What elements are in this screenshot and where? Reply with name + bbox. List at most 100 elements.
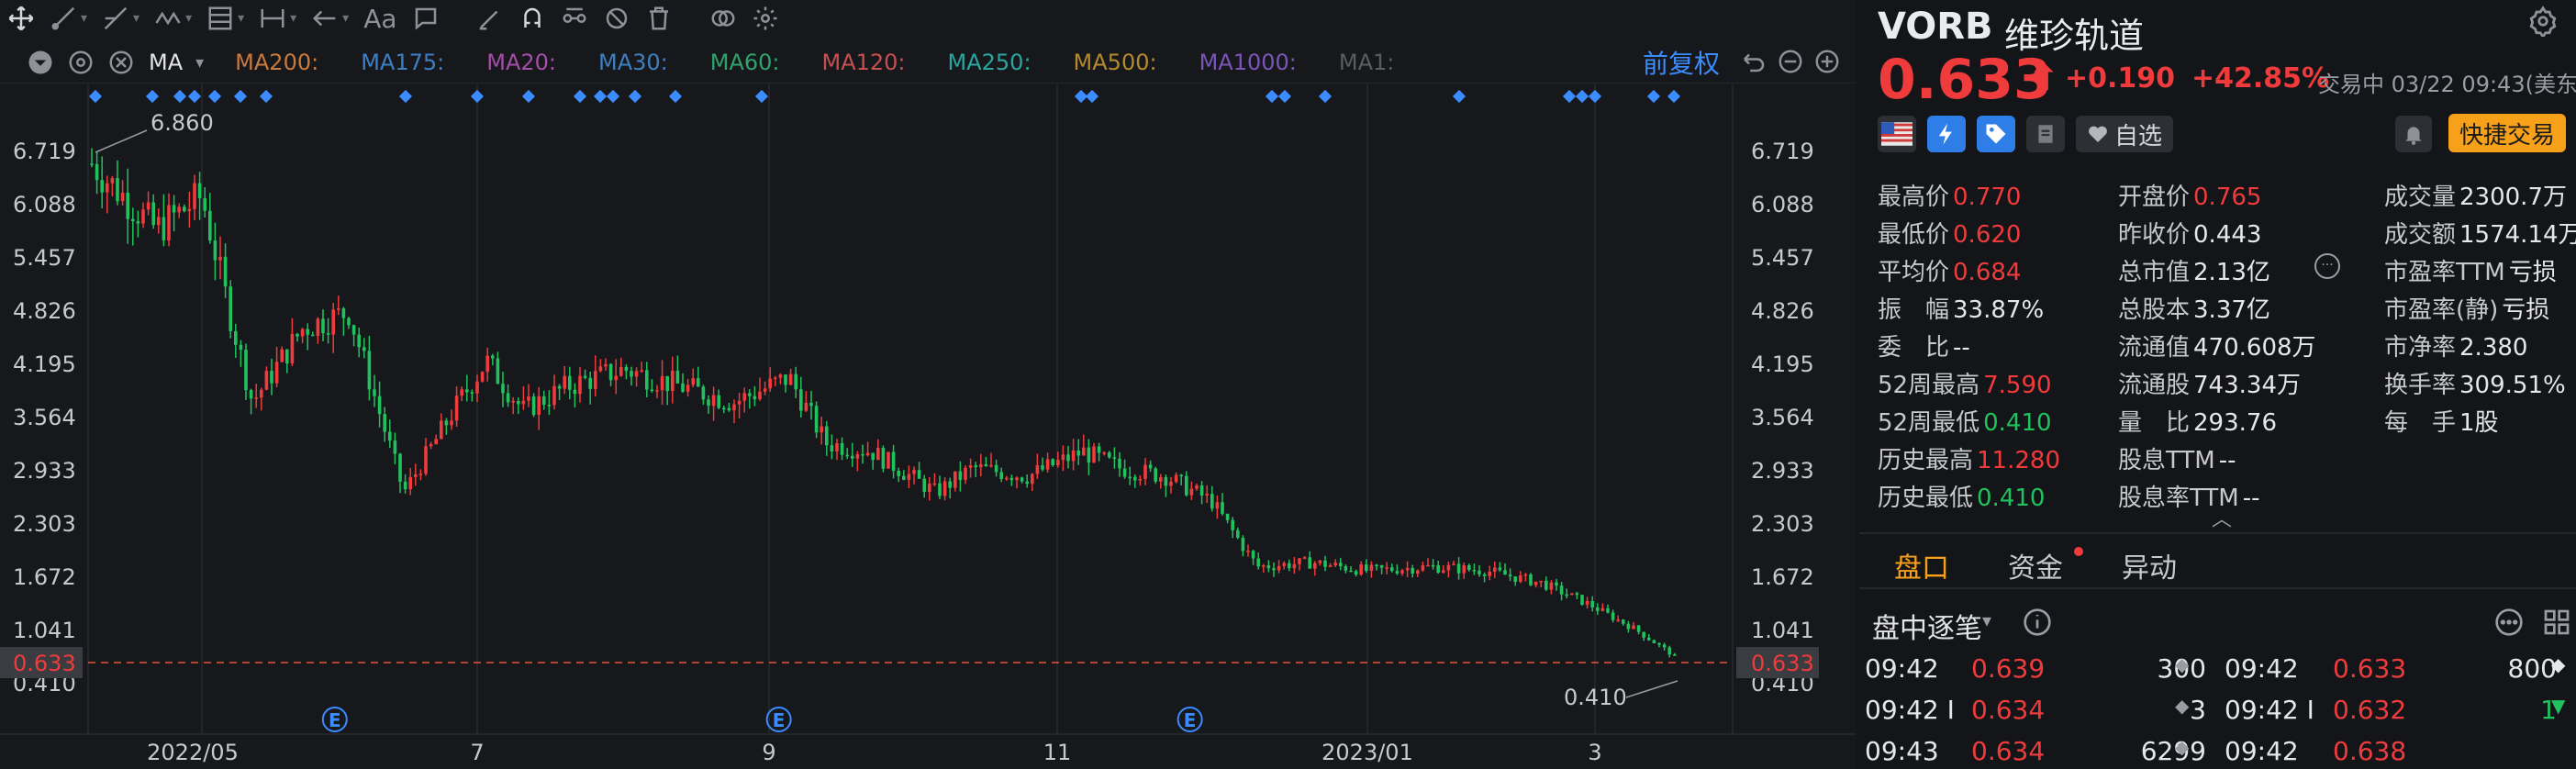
ma-item[interactable]: MA1: [1339, 50, 1394, 75]
indicator-close-button[interactable] [101, 42, 141, 83]
more-icon[interactable] [2494, 607, 2524, 637]
indicator-select[interactable]: MA [149, 50, 183, 75]
stat-value: 0.443 [2193, 221, 2262, 249]
ma-item[interactable]: MA30: [598, 50, 668, 75]
add-watchlist-button[interactable]: 自选 [2076, 116, 2174, 152]
lock-tool[interactable] [553, 0, 596, 37]
stat-value: 0.770 [1953, 184, 2022, 211]
undo-icon[interactable] [1740, 48, 1768, 75]
text-tool[interactable]: Aa [356, 0, 404, 37]
chevron-down-icon[interactable]: ▾ [195, 53, 204, 72]
stat-value: 0.410 [1977, 485, 2046, 512]
candle-body [1467, 564, 1471, 571]
chevron-down-icon: ▾ [185, 11, 193, 26]
zoom-out-icon[interactable] [1777, 48, 1804, 75]
candle-body [414, 474, 418, 477]
tab-unusual-activity[interactable]: 异动 [2122, 545, 2177, 585]
candle-body [1533, 581, 1538, 585]
candlestick-chart[interactable]: 6.719 6.719 6.088 6.088 5.457 5.457 4.826 4.826… [0, 83, 1856, 769]
candle-body [1642, 631, 1645, 638]
stat-value: -- [2242, 485, 2260, 512]
chart-settings-button[interactable] [744, 0, 786, 37]
detail-tabs: 盘口 资金 异动 [1859, 532, 2576, 589]
candle-body [162, 217, 166, 240]
ray-tool[interactable]: ▾ [95, 0, 147, 37]
quick-trade-button[interactable]: 快捷交易 [2448, 114, 2566, 152]
arrow-tool[interactable]: ▾ [304, 0, 356, 37]
chevron-down-icon[interactable]: ▾ [1982, 609, 1991, 631]
indicator-settings-button[interactable] [61, 42, 101, 83]
candle-body [136, 221, 140, 224]
grid-layout-icon[interactable] [2542, 607, 2571, 637]
stat-item: 流通股 743.34万 [2118, 366, 2301, 403]
low-pointer [1625, 680, 1678, 698]
candle-body [306, 329, 309, 335]
candle-body [1585, 600, 1589, 605]
ma-item[interactable]: MA200: [235, 50, 318, 75]
move-tool[interactable] [0, 0, 42, 37]
candle-body [1221, 502, 1224, 514]
info-icon[interactable] [2023, 607, 2052, 637]
stat-item: 市净率 2.380 [2384, 329, 2527, 365]
ma-item[interactable]: MA120: [821, 50, 905, 75]
candle-body [408, 476, 412, 490]
settings-icon[interactable] [2527, 6, 2559, 37]
candle-body [1333, 563, 1337, 566]
news-marker-icon [754, 89, 769, 104]
hide-tool[interactable] [596, 0, 638, 37]
collapse-indicator-button[interactable] [20, 42, 61, 83]
candle-body [814, 406, 819, 433]
y-tick-label-left: 4.195 [13, 351, 76, 377]
collapse-stats-chevron-up-icon[interactable]: ︿ [2212, 503, 2232, 532]
tag-icon[interactable] [1977, 116, 2015, 152]
candle-body [454, 396, 459, 421]
ma-item[interactable]: MA250: [948, 50, 1032, 75]
wave-tool[interactable]: ▾ [147, 0, 199, 37]
candle-body [1256, 558, 1260, 567]
compare-tool[interactable] [702, 0, 744, 37]
stat-label: 委 比 [1878, 334, 1950, 362]
candle-body [871, 452, 875, 461]
ma-item[interactable]: MA60: [710, 50, 780, 75]
fibonacci-tool[interactable]: ▾ [199, 0, 251, 37]
zoom-in-icon[interactable] [1813, 48, 1841, 75]
delete-tool[interactable] [638, 0, 680, 37]
candle-body [239, 344, 243, 351]
candle-body [968, 465, 973, 468]
us-flag-icon[interactable] [1878, 116, 1916, 152]
lightning-icon[interactable] [1927, 116, 1966, 152]
chevron-down-icon: ▾ [133, 11, 140, 26]
line-tool[interactable]: ▾ [42, 0, 95, 37]
earnings-marker-label: E [1184, 709, 1197, 731]
candle-body [917, 470, 921, 479]
candle-body [887, 451, 890, 469]
candle-body [675, 370, 680, 384]
magnet-tool[interactable] [511, 0, 553, 37]
ma-item[interactable]: MA1000: [1199, 50, 1297, 75]
ma-item[interactable]: MA20: [486, 50, 556, 75]
more-info-icon[interactable]: ··· [2314, 253, 2340, 279]
drawing-toolbar: ▾ ▾ ▾ ▾ ▾ ▾ Aa [0, 0, 1856, 37]
stat-value: 0.410 [1983, 409, 2052, 437]
tick-v2m: ◆ [2551, 653, 2566, 675]
measure-tool[interactable]: ▾ [251, 0, 304, 37]
candle-body [337, 308, 340, 310]
candle-body [1266, 565, 1271, 569]
candle-body [270, 371, 273, 384]
note-tool[interactable] [405, 0, 447, 37]
price-alert-button[interactable] [2395, 116, 2432, 152]
candle-body [403, 481, 407, 490]
news-marker-icon [593, 89, 608, 104]
tab-order-book[interactable]: 盘口 [1894, 545, 1949, 585]
notification-dot [2074, 547, 2083, 556]
tick-p2: 0.638 [2333, 736, 2407, 766]
ma-item[interactable]: MA175: [361, 50, 444, 75]
ma-item[interactable]: MA500: [1074, 50, 1157, 75]
document-icon[interactable] [2026, 116, 2065, 152]
price-adjust-button[interactable]: 前复权 [1643, 44, 1720, 81]
intraday-ticks-title[interactable]: 盘中逐笔 [1872, 606, 1982, 646]
news-marker-icon [1277, 89, 1292, 104]
pen-tool[interactable] [469, 0, 511, 37]
tab-capital[interactable]: 资金 [2008, 545, 2063, 585]
candle-body [1549, 582, 1554, 590]
